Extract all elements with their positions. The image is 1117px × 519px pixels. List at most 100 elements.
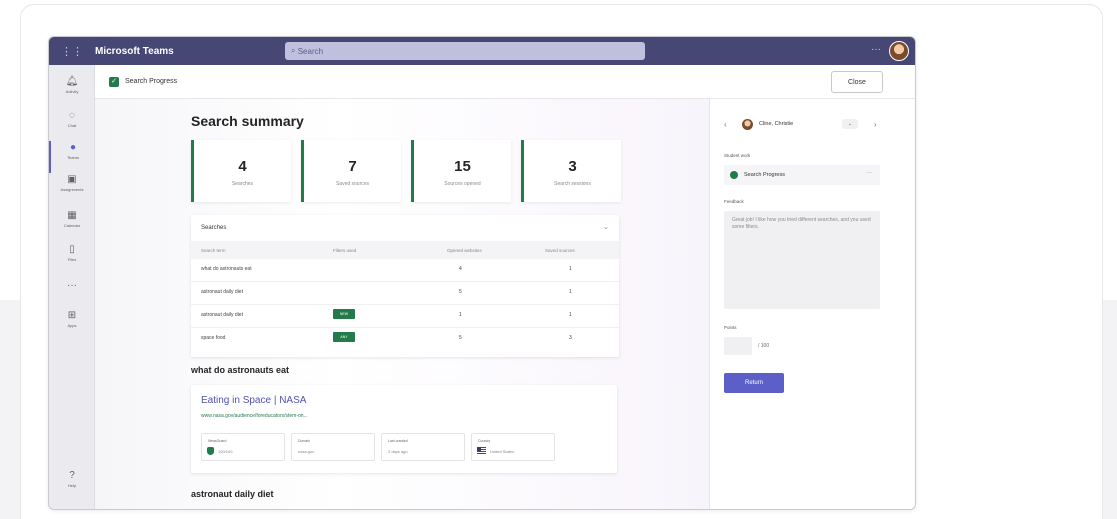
meta-last-crawled: Last crawled 2 days ago (381, 433, 465, 461)
rail-item-activity[interactable]: 🔔︎ Activity (49, 75, 95, 107)
feedback-textarea[interactable]: Great job! I like how you tried differen… (724, 211, 880, 309)
result-link[interactable]: Eating in Space | NASA (201, 395, 306, 406)
stat-value: 7 (348, 158, 357, 175)
return-button[interactable]: Return (724, 373, 784, 393)
cell-search-term: space food (201, 335, 226, 341)
cell-opened: 5 (459, 335, 462, 341)
student-work-item[interactable]: Search Progress ··· (724, 165, 880, 185)
rail-item-files[interactable]: ▯ Files (49, 243, 95, 275)
previous-student-icon[interactable]: ‹ (724, 120, 727, 129)
feedback-label: Feedback (724, 199, 744, 204)
more-options-icon[interactable]: ··· (871, 44, 881, 55)
meta-country: Country United States (471, 433, 555, 461)
rail-label: Help (67, 483, 77, 488)
chevron-down-icon[interactable]: ⌄ (842, 119, 858, 129)
rail-label: Chat (67, 123, 77, 128)
table-row[interactable]: astronaut daily diet NEW 1 1 (191, 305, 619, 328)
table-row[interactable]: astronaut daily diet 5 1 (191, 282, 619, 305)
search-placeholder: Search (297, 46, 324, 56)
search-progress-icon (730, 171, 738, 179)
close-button[interactable]: Close (831, 71, 883, 93)
points-input[interactable] (724, 337, 752, 355)
rail-label: Apps (67, 323, 77, 328)
app-header: ✓ Search Progress Close (95, 65, 915, 99)
points-label: Points (724, 325, 737, 330)
meta-key: Last crawled (388, 439, 408, 443)
left-rail: 🔔︎ Activity ◌ Chat ● Teams ▣ Assignments… (49, 65, 95, 509)
student-work-label: Student work (724, 153, 751, 158)
stat-value: 15 (454, 158, 471, 175)
column-header: Opened websites (447, 248, 482, 253)
more-options-icon[interactable]: ··· (866, 170, 872, 176)
global-search-input[interactable]: ⌕ Search (285, 42, 645, 60)
meta-value: 100/100 (218, 449, 233, 454)
search-icon: ⌕ (291, 46, 298, 55)
rail-label: Activity (65, 89, 79, 94)
app-launcher-icon[interactable]: ⋮⋮ (49, 45, 95, 58)
rail-label: Assignments (60, 187, 84, 192)
column-header: Saved sources (545, 248, 575, 253)
teams-icon: ● (69, 142, 77, 153)
table-row[interactable]: space food ANY 5 3 (191, 328, 619, 351)
student-avatar (742, 118, 753, 130)
table-header: Search term Filters used Opened websites… (191, 241, 619, 259)
file-icon: ▯ (69, 244, 75, 255)
meta-value: nasa.gov (298, 449, 315, 454)
meta-key: Domain (298, 439, 311, 443)
rail-label: Calendar (63, 223, 81, 228)
stat-value: 3 (568, 158, 577, 175)
table-row[interactable]: what do astronauts eat 4 1 (191, 259, 619, 282)
points-max: / 100 (758, 343, 770, 349)
stat-card-saved-sources: 7 Saved sources (301, 140, 401, 202)
work-item-label: Search Progress (744, 172, 785, 178)
summary-title: Search summary (191, 113, 304, 129)
cell-saved: 3 (569, 335, 572, 341)
search-progress-app-icon: ✓ (109, 76, 119, 87)
student-selector[interactable]: Cline, Christie ⌄ (738, 113, 862, 135)
user-avatar[interactable] (889, 41, 909, 61)
backpack-icon: ▣ (67, 174, 77, 185)
stat-label: Sources opened (444, 181, 481, 187)
cell-opened: 1 (459, 312, 462, 318)
stat-card-searches: 4 Searches (191, 140, 291, 202)
stat-card-search-sessions: 3 Search sessions (521, 140, 621, 202)
stat-label: Saved sources (335, 181, 370, 187)
result-url: www.nasa.gov/audience/foreducators/stem-… (201, 413, 308, 419)
apps-icon: ⊞ (67, 310, 77, 321)
bell-icon: 🔔︎ (65, 76, 79, 87)
title-bar: ⋮⋮ Microsoft Teams ⌕ Search ··· (49, 37, 915, 65)
section-title: astronaut daily diet (191, 489, 274, 499)
filter-badge: NEW (333, 309, 355, 319)
next-student-icon[interactable]: › (874, 120, 877, 129)
help-icon: ? (69, 470, 75, 481)
stat-card-sources-opened: 15 Sources opened (411, 140, 511, 202)
searches-panel-title: Searches (201, 225, 227, 231)
rail-item-more[interactable]: ··· (49, 279, 95, 311)
meta-key: Country (478, 439, 491, 443)
calendar-icon: ▦ (67, 210, 77, 221)
grading-pane: ‹ Cline, Christie ⌄ › Student work Searc… (709, 99, 915, 509)
chat-icon: ◌ (69, 110, 75, 121)
rail-item-assignments[interactable]: ▣ Assignments (49, 173, 95, 205)
rail-item-teams[interactable]: ● Teams (49, 141, 95, 173)
collapse-chevron-icon[interactable]: ⌄ (603, 223, 609, 231)
app-title: Microsoft Teams (95, 45, 174, 57)
meta-key: NewsGuard (208, 439, 227, 443)
rail-item-calendar[interactable]: ▦ Calendar (49, 209, 95, 241)
rail-item-chat[interactable]: ◌ Chat (49, 109, 95, 141)
rail-label: Files (67, 257, 77, 262)
cell-search-term: astronaut daily diet (201, 312, 243, 318)
stat-value: 4 (238, 158, 247, 175)
rail-label: Teams (67, 155, 79, 160)
main-content[interactable]: Search summary 4 Searches 7 Saved source… (95, 99, 709, 509)
searches-panel: Searches ⌄ Search term Filters used Open… (191, 215, 619, 357)
meta-domain: Domain nasa.gov (291, 433, 375, 461)
cell-opened: 5 (459, 289, 462, 295)
column-header: Filters used (333, 248, 357, 253)
cell-saved: 1 (569, 289, 572, 295)
rail-item-apps[interactable]: ⊞ Apps (49, 309, 95, 341)
rail-item-help[interactable]: ? Help (49, 469, 95, 501)
meta-value: 2 days ago (388, 449, 408, 454)
student-name: Cline, Christie (759, 121, 794, 127)
search-result-card[interactable]: Eating in Space | NASA www.nasa.gov/audi… (191, 385, 617, 473)
